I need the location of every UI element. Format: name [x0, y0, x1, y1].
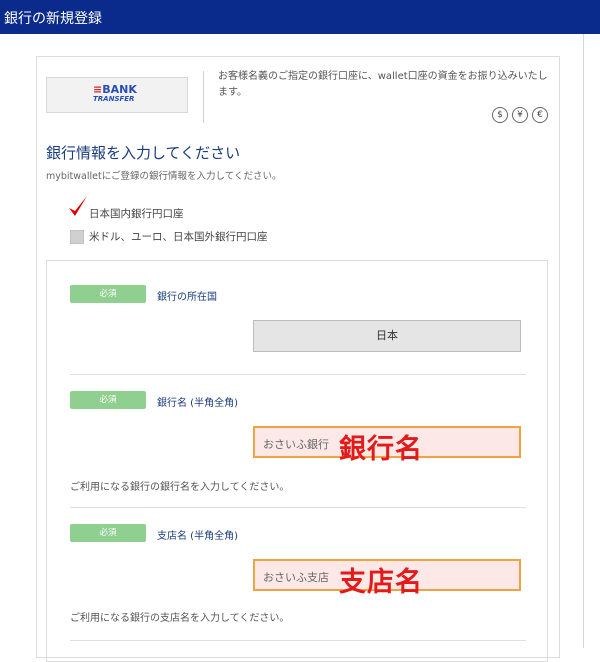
account-type-foreign[interactable]: 米ドル、ユーロ、日本国外銀行円口座 — [89, 229, 268, 244]
page-title: 銀行の新規登録 — [4, 11, 102, 27]
account-type-domestic[interactable]: 日本国内銀行円口座 — [89, 206, 184, 221]
method-description: お客様名義のご指定の銀行口座に、wallet口座の資金をお振り込みいたします。 — [218, 71, 548, 98]
divider — [203, 71, 204, 123]
divider — [70, 640, 526, 641]
bank-name-overlay: 銀行名 — [339, 434, 423, 465]
section-subtitle: mybitwalletにご登録の銀行情報を入力してください。 — [46, 171, 282, 182]
bank-form: 必須 銀行の所在国 日本 必須 銀行名 (半角全角) おさいふ銀行 銀行名 ご利… — [46, 260, 548, 662]
branch-name-value: おさいふ支店 — [263, 571, 329, 584]
country-label: 銀行の所在国 — [157, 292, 217, 303]
branch-name-input[interactable]: おさいふ支店 支店名 — [253, 559, 521, 598]
country-select[interactable]: 日本 — [253, 320, 521, 352]
euro-icon: € — [532, 107, 548, 123]
registration-card: ≡BANK TRANSFER お客様名義のご指定の銀行口座に、wallet口座の… — [36, 56, 560, 662]
branch-name-overlay: 支店名 — [339, 567, 423, 598]
section-title: 銀行情報を入力してください — [46, 144, 241, 162]
yen-icon: ¥ — [512, 107, 528, 123]
bank-name-label: 銀行名 (半角全角) — [157, 398, 238, 409]
required-badge: 必須 — [70, 391, 146, 409]
dollar-icon: $ — [492, 107, 508, 123]
divider — [70, 507, 526, 508]
bank-name-input[interactable]: おさいふ銀行 銀行名 — [253, 426, 521, 465]
required-badge: 必須 — [70, 285, 146, 303]
required-badge: 必須 — [70, 524, 146, 542]
account-type-foreign-checkbox[interactable] — [70, 230, 84, 244]
scrollbar-divider — [583, 34, 584, 648]
branch-name-label: 支店名 (半角全角) — [157, 531, 238, 542]
bank-name-hint: ご利用になる銀行の銀行名を入力してください。 — [70, 482, 290, 493]
header-bar: 銀行の新規登録 — [0, 0, 600, 34]
branch-name-hint: ご利用になる銀行の支店名を入力してください。 — [70, 613, 290, 624]
checkmark-icon[interactable] — [67, 194, 89, 218]
bank-name-value: おさいふ銀行 — [263, 438, 329, 451]
divider — [70, 374, 526, 375]
bank-transfer-logo: ≡BANK TRANSFER — [46, 77, 188, 113]
